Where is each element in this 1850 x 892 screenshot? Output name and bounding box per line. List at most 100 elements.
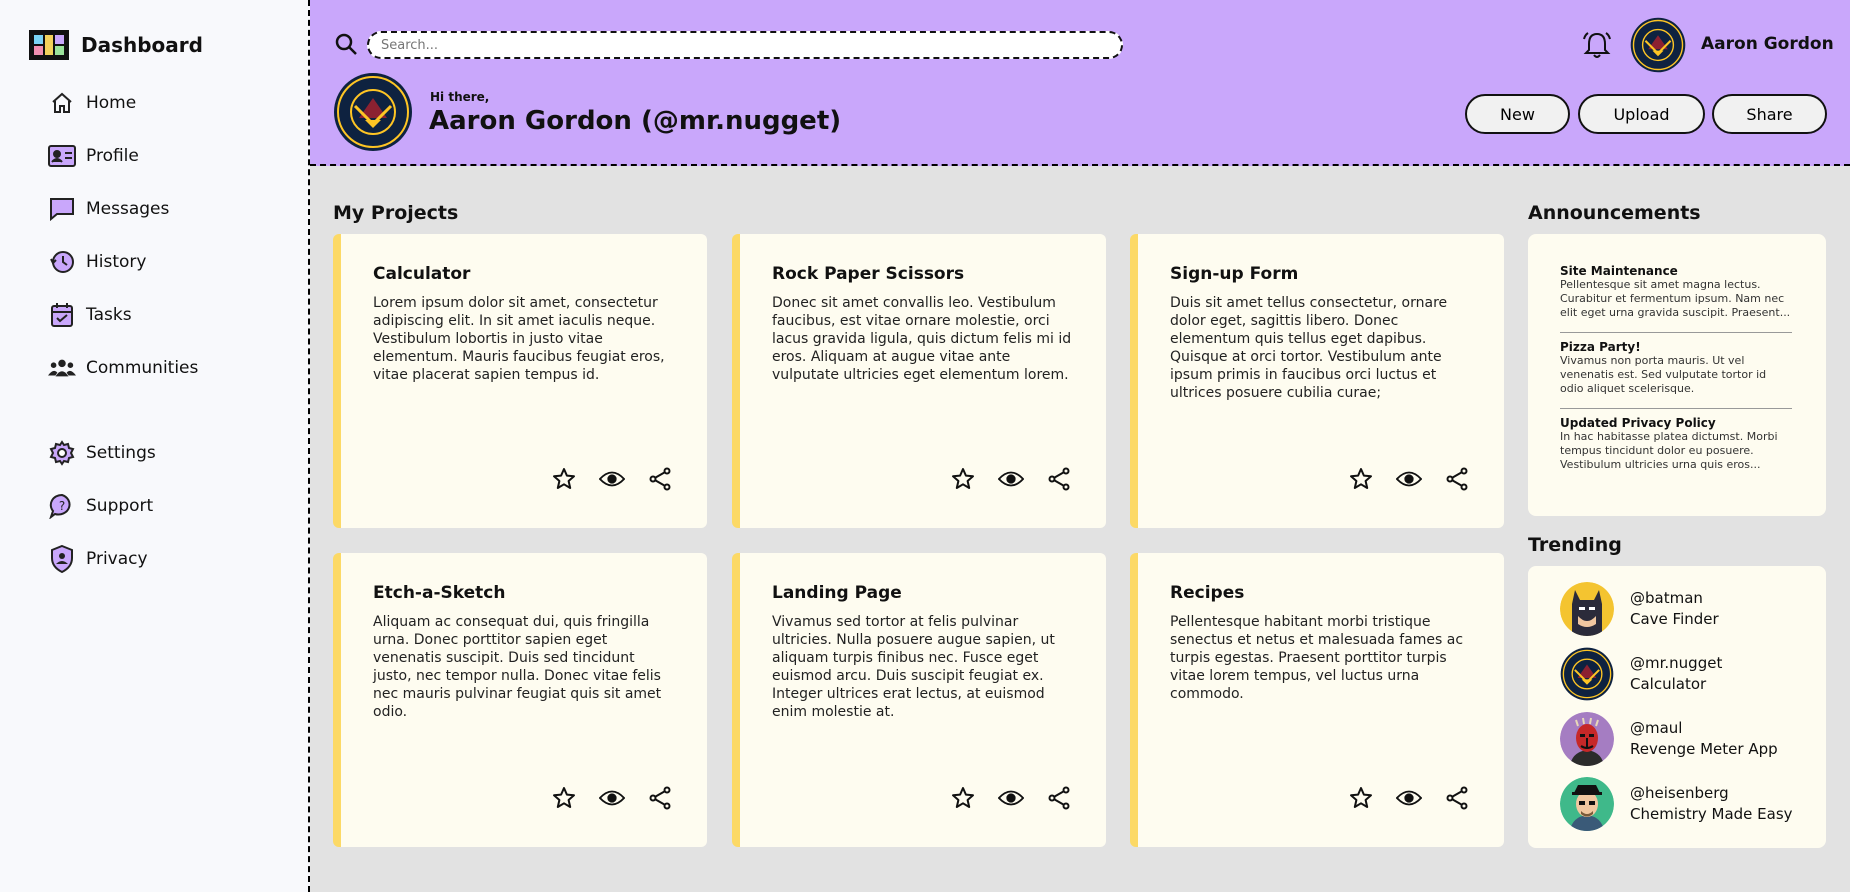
- trending-handle: @maul: [1630, 719, 1683, 737]
- trending-text: @mr.nugget Calculator: [1630, 653, 1722, 695]
- sidebar-item-history[interactable]: History: [48, 247, 268, 277]
- trending-panel: @batman Cave Finder @mr.nugget Calculato…: [1528, 566, 1826, 848]
- star-icon[interactable]: [551, 466, 577, 492]
- new-button[interactable]: New: [1465, 94, 1570, 134]
- eye-icon[interactable]: [599, 785, 625, 811]
- search-input[interactable]: [367, 31, 1123, 59]
- project-card[interactable]: Calculator Lorem ipsum dolor sit amet, co…: [333, 234, 707, 528]
- project-title: Etch-a-Sketch: [373, 583, 506, 603]
- project-card[interactable]: Recipes Pellentesque habitant morbi trist…: [1130, 553, 1504, 847]
- trending-item[interactable]: @mr.nugget Calculator: [1560, 647, 1722, 701]
- projects-title: My Projects: [333, 202, 459, 224]
- user-name[interactable]: Aaron Gordon: [1701, 34, 1834, 54]
- home-icon: [48, 89, 76, 117]
- announcements-panel: Site Maintenance Pellentesque sit amet m…: [1528, 234, 1826, 516]
- project-description: Donec sit amet convallis leo. Vestibulum…: [772, 295, 1072, 383]
- share-icon[interactable]: [647, 785, 673, 811]
- share-icon[interactable]: [1444, 466, 1470, 492]
- dashboard-logo-icon: [29, 30, 69, 60]
- share-button[interactable]: Share: [1712, 94, 1827, 134]
- eye-icon[interactable]: [998, 785, 1024, 811]
- nuggets-avatar: [1560, 647, 1614, 701]
- help-bubble-icon: ?: [48, 492, 76, 520]
- announcement-item[interactable]: Pizza Party! Vivamus non porta mauris. U…: [1560, 340, 1792, 396]
- sidebar-item-label: Messages: [86, 199, 170, 219]
- trending-project: Calculator: [1630, 675, 1707, 693]
- brand[interactable]: Dashboard: [29, 30, 203, 60]
- announcement-item[interactable]: Updated Privacy Policy In hac habitasse …: [1560, 416, 1792, 472]
- user-avatar[interactable]: [1630, 17, 1686, 73]
- sidebar-item-label: Privacy: [86, 549, 148, 569]
- project-card[interactable]: Landing Page Vivamus sed tortor at felis …: [732, 553, 1106, 847]
- divider: [1560, 408, 1792, 409]
- announcement-title: Site Maintenance: [1560, 264, 1678, 278]
- star-icon[interactable]: [950, 466, 976, 492]
- sidebar-item-label: Profile: [86, 146, 139, 166]
- sidebar-item-label: Support: [86, 496, 154, 516]
- announcement-title: Updated Privacy Policy: [1560, 416, 1716, 430]
- trending-handle: @batman: [1630, 589, 1703, 607]
- sidebar-item-label: History: [86, 252, 147, 272]
- star-icon[interactable]: [1348, 466, 1374, 492]
- trending-title: Trending: [1528, 534, 1622, 556]
- sidebar-item-settings[interactable]: Settings: [48, 438, 268, 468]
- project-description: Pellentesque habitant morbi tristique se…: [1170, 614, 1464, 702]
- trending-item[interactable]: @maul Revenge Meter App: [1560, 712, 1778, 766]
- project-description: Vivamus sed tortor at felis pulvinar ult…: [772, 614, 1055, 720]
- heisenberg-avatar: [1560, 777, 1614, 831]
- sidebar-item-label: Home: [86, 93, 137, 113]
- announcements-title: Announcements: [1528, 202, 1701, 224]
- card-actions: [551, 785, 673, 811]
- share-icon[interactable]: [1046, 466, 1072, 492]
- svg-text:?: ?: [59, 499, 65, 513]
- sidebar-item-label: Settings: [86, 443, 156, 463]
- card-actions: [950, 466, 1072, 492]
- trending-handle: @mr.nugget: [1630, 654, 1723, 672]
- project-title: Calculator: [373, 264, 471, 284]
- trending-item[interactable]: @batman Cave Finder: [1560, 582, 1719, 636]
- sidebar-item-messages[interactable]: Messages: [48, 194, 268, 224]
- star-icon[interactable]: [950, 785, 976, 811]
- card-actions: [551, 466, 673, 492]
- project-card[interactable]: Sign-up Form Duis sit amet tellus consect…: [1130, 234, 1504, 528]
- profile-avatar: [333, 72, 413, 152]
- sidebar-item-tasks[interactable]: Tasks: [48, 300, 268, 330]
- announcement-item[interactable]: Site Maintenance Pellentesque sit amet m…: [1560, 264, 1792, 320]
- eye-icon[interactable]: [1396, 785, 1422, 811]
- project-card[interactable]: Rock Paper Scissors Donec sit amet conval…: [732, 234, 1106, 528]
- eye-icon[interactable]: [998, 466, 1024, 492]
- card-actions: [1348, 466, 1470, 492]
- upload-button[interactable]: Upload: [1578, 94, 1705, 134]
- sidebar-item-privacy[interactable]: Privacy: [48, 544, 268, 574]
- id-card-icon: [48, 142, 76, 170]
- share-icon[interactable]: [1046, 785, 1072, 811]
- sidebar-item-communities[interactable]: Communities: [48, 353, 268, 383]
- announcement-text: Pellentesque sit amet magna lectus. Cura…: [1560, 278, 1791, 319]
- trending-item[interactable]: @heisenberg Chemistry Made Easy: [1560, 777, 1793, 831]
- shield-user-icon: [48, 545, 76, 573]
- divider: [1560, 332, 1792, 333]
- eye-icon[interactable]: [599, 466, 625, 492]
- sidebar-item-home[interactable]: Home: [48, 88, 268, 118]
- project-description: Aliquam ac consequat dui, quis fringilla…: [373, 614, 662, 720]
- project-title: Rock Paper Scissors: [772, 264, 965, 284]
- project-title: Sign-up Form: [1170, 264, 1299, 284]
- project-description: Lorem ipsum dolor sit amet, consectetur …: [373, 295, 665, 383]
- share-icon[interactable]: [647, 466, 673, 492]
- trending-text: @heisenberg Chemistry Made Easy: [1630, 783, 1793, 825]
- sidebar-item-label: Communities: [86, 358, 199, 378]
- card-actions: [950, 785, 1072, 811]
- star-icon[interactable]: [1348, 785, 1374, 811]
- bell-icon[interactable]: [1582, 30, 1612, 60]
- calendar-check-icon: [48, 301, 76, 329]
- greeting: Hi there,: [430, 90, 490, 104]
- sidebar-item-profile[interactable]: Profile: [48, 141, 268, 171]
- eye-icon[interactable]: [1396, 466, 1422, 492]
- sidebar-item-label: Tasks: [86, 305, 132, 325]
- project-card[interactable]: Etch-a-Sketch Aliquam ac consequat dui, q…: [333, 553, 707, 847]
- star-icon[interactable]: [551, 785, 577, 811]
- search-icon[interactable]: [334, 32, 358, 56]
- sidebar-item-support[interactable]: ? Support: [48, 491, 268, 521]
- people-icon: [48, 354, 76, 382]
- share-icon[interactable]: [1444, 785, 1470, 811]
